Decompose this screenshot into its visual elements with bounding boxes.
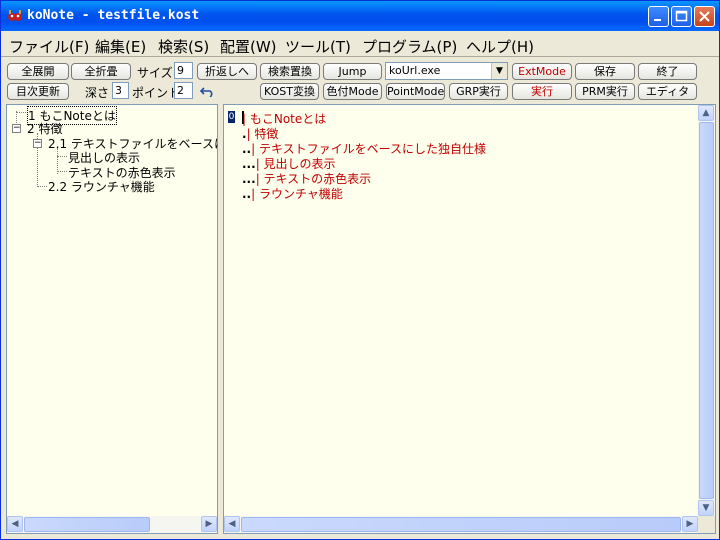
search-replace-button[interactable]: 検索置換 bbox=[260, 63, 320, 80]
editor-pane[interactable]: 0 | もこNoteとは .| 特徴 ..| テキストファイルをベースにした独自… bbox=[223, 104, 716, 534]
undo-icon[interactable] bbox=[200, 85, 216, 97]
menu-edit[interactable]: 編集(E) bbox=[95, 36, 146, 57]
menu-help[interactable]: ヘルプ(H) bbox=[466, 36, 534, 57]
collapse-toggle-icon[interactable]: − bbox=[12, 124, 21, 133]
point-mode-button[interactable]: PointMode bbox=[386, 83, 445, 100]
collapse-all-button[interactable]: 全折畳 bbox=[71, 63, 131, 80]
editor-line[interactable]: ..| ラウンチャ機能 bbox=[242, 185, 343, 202]
jump-button[interactable]: Jump bbox=[323, 63, 382, 80]
grp-run-button[interactable]: GRP実行 bbox=[449, 83, 508, 100]
toolbar-separator bbox=[1, 56, 719, 57]
menu-layout[interactable]: 配置(W) bbox=[220, 36, 277, 57]
tree-hscroll-thumb[interactable] bbox=[24, 517, 150, 532]
title-bar[interactable]: koNote - testfile.kost bbox=[1, 1, 719, 31]
fold-button[interactable]: 折返しへ bbox=[197, 63, 257, 80]
tree-hscrollbar[interactable]: ◀ ▶ bbox=[7, 516, 217, 533]
editor-hscroll-thumb[interactable] bbox=[241, 517, 681, 532]
menu-search[interactable]: 検索(S) bbox=[158, 36, 209, 57]
save-button[interactable]: 保存 bbox=[575, 63, 635, 80]
toc-update-button[interactable]: 目次更新 bbox=[7, 83, 69, 100]
maximize-icon bbox=[675, 10, 688, 22]
size-input[interactable]: 9 bbox=[174, 62, 193, 79]
tree-connector bbox=[57, 156, 67, 157]
run-button[interactable]: 実行 bbox=[512, 83, 572, 100]
scroll-up-icon[interactable]: ▲ bbox=[698, 105, 714, 121]
launcher-combo-value: koUrl.exe bbox=[389, 64, 441, 77]
editor-vscroll-thumb[interactable] bbox=[699, 122, 714, 499]
quit-button[interactable]: 終了 bbox=[638, 63, 697, 80]
outline-tree-pane[interactable]: 1 もこNoteとは − 2 特徴 − 2.1 テキストファイルをベースにした … bbox=[6, 104, 218, 534]
close-button[interactable] bbox=[694, 6, 715, 27]
scroll-left-icon[interactable]: ◀ bbox=[224, 516, 240, 532]
line-cursor-marker: 0 bbox=[228, 111, 235, 123]
tree-node[interactable]: 2.2 ラウンチャ機能 bbox=[48, 178, 155, 195]
editor-hscrollbar[interactable]: ◀ ▶ bbox=[224, 516, 698, 533]
tree-connector bbox=[16, 112, 26, 113]
minimize-button[interactable] bbox=[648, 6, 669, 27]
scroll-left-icon[interactable]: ◀ bbox=[7, 516, 23, 532]
maximize-button[interactable] bbox=[671, 6, 692, 27]
color-mode-button[interactable]: 色付Mode bbox=[323, 83, 382, 100]
window-title: koNote - testfile.kost bbox=[27, 8, 200, 23]
point-input[interactable]: 2 bbox=[174, 82, 193, 99]
scroll-right-icon[interactable]: ▶ bbox=[201, 516, 217, 532]
menu-program[interactable]: プログラム(P) bbox=[362, 36, 457, 57]
scroll-right-icon[interactable]: ▶ bbox=[682, 516, 698, 532]
editor-button[interactable]: エディタ bbox=[638, 83, 697, 100]
scroll-corner bbox=[698, 516, 715, 533]
minimize-icon bbox=[654, 19, 661, 21]
tree-connector bbox=[37, 186, 47, 187]
editor-vscrollbar[interactable]: ▲ ▼ bbox=[698, 105, 715, 516]
prm-run-button[interactable]: PRM実行 bbox=[575, 83, 635, 100]
launcher-combo[interactable]: koUrl.exe ▼ bbox=[385, 62, 508, 80]
depth-label: 深さ bbox=[85, 86, 110, 100]
depth-input[interactable]: 3 bbox=[112, 82, 129, 99]
app-window: koNote - testfile.kost ファイル(F) 編集(E) 検索(… bbox=[0, 0, 720, 540]
point-label: ポイント bbox=[132, 86, 181, 100]
close-icon bbox=[699, 11, 710, 22]
menu-file[interactable]: ファイル(F) bbox=[9, 36, 89, 57]
size-label: サイズ bbox=[137, 66, 173, 80]
expand-all-button[interactable]: 全展開 bbox=[7, 63, 69, 80]
menu-tools[interactable]: ツール(T) bbox=[285, 36, 351, 57]
kost-convert-button[interactable]: KOST変換 bbox=[260, 83, 319, 100]
tree-connector bbox=[57, 171, 67, 172]
app-icon bbox=[8, 10, 22, 21]
chevron-down-icon[interactable]: ▼ bbox=[491, 63, 507, 79]
ext-mode-button[interactable]: ExtMode bbox=[512, 63, 572, 80]
scroll-down-icon[interactable]: ▼ bbox=[698, 500, 714, 516]
menu-bar: ファイル(F) 編集(E) 検索(S) 配置(W) ツール(T) プログラム(P… bbox=[1, 32, 719, 56]
collapse-toggle-icon[interactable]: − bbox=[33, 139, 42, 148]
